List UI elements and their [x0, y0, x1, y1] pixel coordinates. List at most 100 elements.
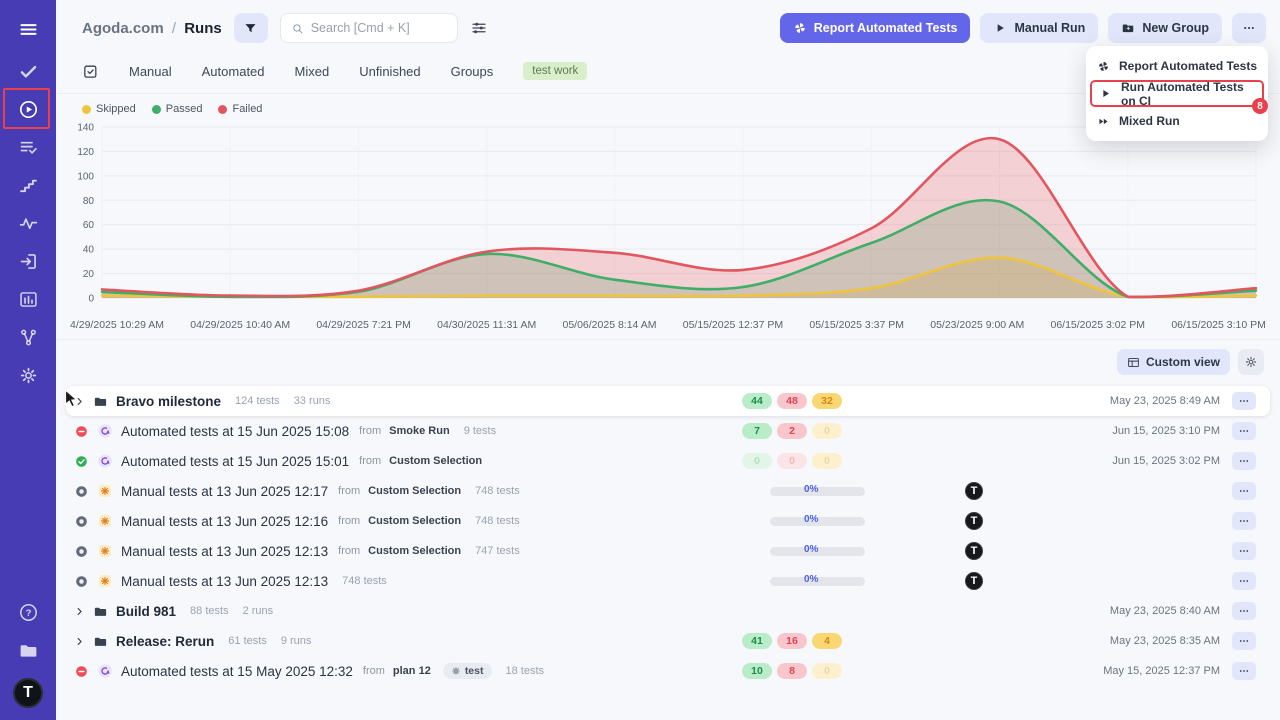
row-more-button[interactable]: [1232, 572, 1256, 590]
row-main: Manual tests at 13 Jun 2025 12:17fromCus…: [74, 483, 714, 499]
row-title: Release: Rerun: [116, 634, 214, 649]
table-view-icon: [1127, 356, 1140, 369]
menu-item-label: Report Automated Tests: [1119, 59, 1257, 73]
row-meta: 2 runs: [243, 605, 274, 617]
row-meta: 748 tests: [342, 575, 387, 587]
tab-automated[interactable]: Automated: [202, 64, 265, 79]
app-logo-avatar[interactable]: T: [13, 678, 43, 708]
search-icon: [291, 22, 304, 35]
sliders-icon-button[interactable]: [470, 19, 488, 37]
row-meta: 9 runs: [281, 635, 312, 647]
dots-icon: [1238, 605, 1250, 617]
legend-item-passed[interactable]: Passed: [152, 103, 203, 115]
manual-run-button[interactable]: Manual Run: [980, 13, 1098, 43]
sidebar-item-branch[interactable]: [0, 318, 56, 356]
tab-manual[interactable]: Manual: [129, 64, 172, 79]
tabs: Manual Automated Mixed Unfinished Groups: [129, 64, 493, 79]
status-failed-icon: [74, 424, 89, 439]
table-row-manual[interactable]: Manual tests at 13 Jun 2025 12:13748 tes…: [66, 566, 1270, 596]
table-row-folder[interactable]: Release: Rerun61 tests9 runs41164May 23,…: [66, 626, 1270, 656]
filter-button[interactable]: [234, 13, 268, 43]
status-failed-icon: [74, 664, 89, 679]
sidebar-item-activity[interactable]: [0, 204, 56, 242]
more-actions-button[interactable]: [1232, 13, 1266, 43]
table-row-manual[interactable]: Manual tests at 13 Jun 2025 12:13fromCus…: [66, 536, 1270, 566]
hamburger-menu-button[interactable]: [18, 14, 39, 44]
sidebar-item-help[interactable]: ?: [0, 602, 56, 623]
row-more-button[interactable]: [1232, 452, 1256, 470]
chevron-right-icon: [74, 606, 85, 617]
row-assignee: T: [899, 512, 1049, 530]
row-results: 000: [714, 453, 899, 469]
from-source: Smoke Run: [389, 425, 450, 437]
tab-mixed[interactable]: Mixed: [295, 64, 330, 79]
menu-item-run-automated-tests-on-ci[interactable]: Run Automated Tests on CI: [1092, 82, 1262, 105]
row-title: Build 981: [116, 604, 176, 619]
row-more-button[interactable]: [1232, 392, 1256, 410]
sidebar-item-list-check[interactable]: [0, 128, 56, 166]
search-box[interactable]: [280, 13, 458, 43]
breadcrumb-divider: /: [168, 20, 180, 37]
status-pending-icon: [74, 514, 89, 529]
row-more-button[interactable]: [1232, 422, 1256, 440]
table-row-folder[interactable]: Build 98188 tests2 runsMay 23, 2025 8:40…: [66, 596, 1270, 626]
new-group-button[interactable]: New Group: [1108, 13, 1222, 43]
manual-run-icon: [97, 573, 113, 589]
folder-icon: [93, 634, 108, 649]
header-actions: Report Automated Tests Manual Run New Grou…: [780, 13, 1266, 43]
row-meta: 88 tests: [190, 605, 229, 617]
custom-view-button[interactable]: Custom view: [1117, 349, 1230, 375]
table-row-manual[interactable]: Manual tests at 13 Jun 2025 12:17fromCus…: [66, 476, 1270, 506]
table-row-folder[interactable]: Bravo milestone124 tests33 runs444832May…: [66, 386, 1270, 416]
checklist-icon: [82, 63, 99, 80]
sidebar-item-bar-chart[interactable]: [0, 280, 56, 318]
svg-text:?: ?: [25, 608, 31, 619]
runs-chart: 020406080100120140: [56, 115, 1280, 318]
gear-icon: [451, 666, 461, 676]
assignee-avatar[interactable]: T: [965, 482, 983, 500]
assignee-avatar[interactable]: T: [965, 542, 983, 560]
assignee-avatar[interactable]: T: [965, 512, 983, 530]
row-meta: 33 runs: [294, 395, 331, 407]
row-more-button[interactable]: [1232, 512, 1256, 530]
table-row-manual[interactable]: Manual tests at 13 Jun 2025 12:16fromCus…: [66, 506, 1270, 536]
breadcrumb-project[interactable]: Agoda.com: [82, 20, 164, 37]
row-more-button[interactable]: [1232, 602, 1256, 620]
select-runs-icon[interactable]: [82, 63, 99, 80]
sidebar-item-play-circle[interactable]: [0, 90, 56, 128]
sidebar-item-gear[interactable]: [0, 356, 56, 394]
row-more-button[interactable]: [1232, 662, 1256, 680]
sidebar-item-steps[interactable]: [0, 166, 56, 204]
legend-item-failed[interactable]: Failed: [218, 103, 262, 115]
table-row-run[interactable]: Automated tests at 15 Jun 2025 15:01from…: [66, 446, 1270, 476]
menu-item-report-automated-tests[interactable]: Report Automated Tests: [1086, 53, 1268, 79]
dots-icon: [1238, 635, 1250, 647]
search-input[interactable]: [311, 21, 447, 35]
sidebar-item-import[interactable]: [0, 242, 56, 280]
table-row-run[interactable]: Automated tests at 15 Jun 2025 15:08from…: [66, 416, 1270, 446]
table-row-run[interactable]: Automated tests at 15 May 2025 12:32from…: [66, 656, 1270, 686]
sidebar-item-check[interactable]: [0, 52, 56, 90]
legend-item-skipped[interactable]: Skipped: [82, 103, 136, 115]
row-results: 0%: [714, 487, 899, 496]
report-automated-tests-button[interactable]: Report Automated Tests: [780, 13, 971, 43]
from-source: Custom Selection: [368, 515, 461, 527]
table-settings-button[interactable]: [1238, 349, 1264, 375]
sidebar-item-folder[interactable]: [0, 640, 56, 661]
assignee-avatar[interactable]: T: [965, 572, 983, 590]
legend-label: Skipped: [96, 103, 136, 115]
menu-item-mixed-run[interactable]: Mixed Run: [1086, 108, 1268, 134]
annotation-step-badge: 8: [1252, 98, 1268, 114]
row-more-button[interactable]: [1232, 542, 1256, 560]
row-title: Manual tests at 13 Jun 2025 12:17: [121, 484, 328, 499]
tab-groups[interactable]: Groups: [451, 64, 494, 79]
row-more-button[interactable]: [1232, 632, 1256, 650]
svg-text:120: 120: [77, 147, 94, 158]
filter-tag-pill[interactable]: test work: [523, 62, 587, 80]
row-more-button[interactable]: [1232, 482, 1256, 500]
row-date: Jun 15, 2025 3:02 PM: [1049, 455, 1232, 467]
result-badge-green: 7: [742, 423, 772, 439]
row-meta: 747 tests: [475, 545, 520, 557]
tab-unfinished[interactable]: Unfinished: [359, 64, 420, 79]
tag-pill[interactable]: test: [443, 663, 492, 679]
